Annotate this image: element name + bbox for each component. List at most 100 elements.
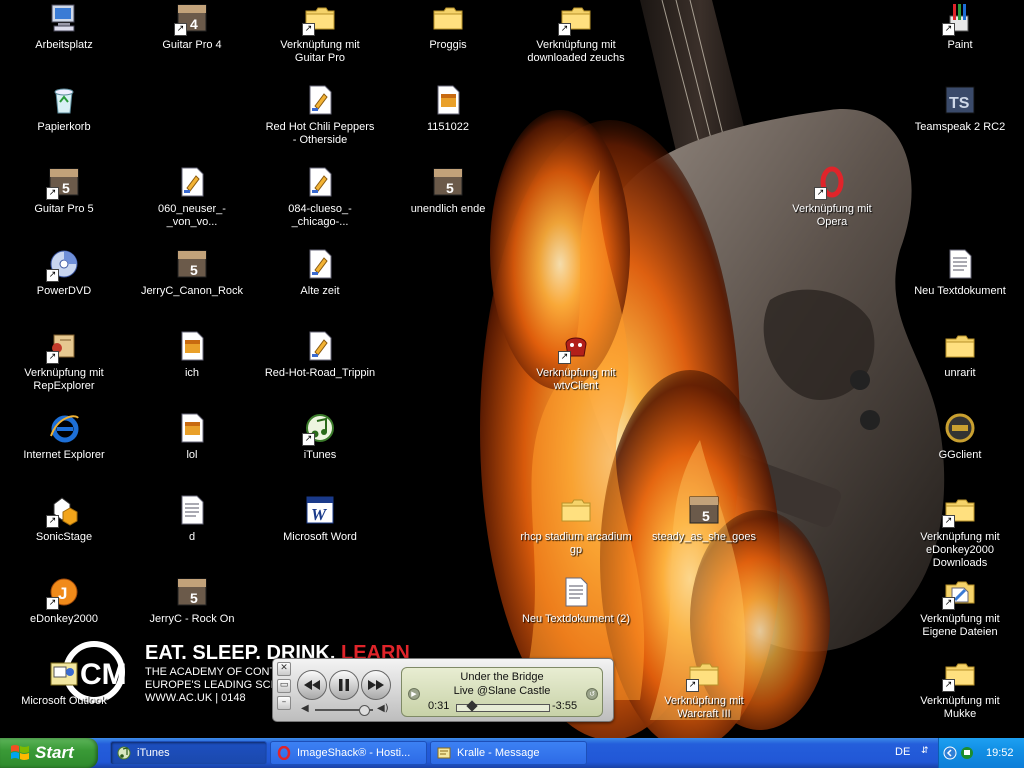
desktop-icon-neutext[interactable]: Neu Textdokument xyxy=(900,248,1020,298)
start-button[interactable]: Start xyxy=(0,738,98,768)
desktop-icon-sonicstage[interactable]: ↗ SonicStage xyxy=(4,494,124,544)
network-icon[interactable] xyxy=(960,746,974,760)
language-indicator[interactable]: DE xyxy=(895,746,910,758)
desktop-icon-paint[interactable]: ↗ Paint xyxy=(900,2,1020,52)
desktop-icon-unendlich[interactable]: 5 unendlich ende xyxy=(388,166,508,216)
desktop-icon-roadtrippin[interactable]: Red-Hot-Road_Trippin xyxy=(260,330,380,380)
desktop-icon-label: Guitar Pro 4 xyxy=(162,39,222,51)
desktop-icon-eigenedateien[interactable]: ↗ Verknüpfung mit Eigene Dateien xyxy=(900,576,1020,639)
desktop-icon-clueso[interactable]: 084-clueso_-_chicago-... xyxy=(260,166,380,229)
txt-icon xyxy=(560,576,592,608)
task-kralle[interactable]: Kralle - Message xyxy=(430,741,587,765)
desktop-icon-canonrock[interactable]: 5 JerryC_Canon_Rock xyxy=(132,248,252,298)
shortcut-arrow-icon: ↗ xyxy=(302,433,315,446)
desktop-icon-label: unrarit xyxy=(944,367,976,379)
desktop-icon-d[interactable]: d xyxy=(132,494,252,544)
outlook-icon xyxy=(48,658,80,690)
volume-slider[interactable]: ◀ ◀) xyxy=(301,703,391,716)
svg-text:5: 5 xyxy=(446,180,454,196)
desktop-icon-guitarpro4[interactable]: 4 ↗ Guitar Pro 4 xyxy=(132,2,252,52)
desktop-icon-vguitarpro[interactable]: ↗ Verknüpfung mit Guitar Pro xyxy=(260,2,380,65)
svg-text:5: 5 xyxy=(190,590,198,606)
desktop-icon-label: steady_as_she_goes xyxy=(652,531,756,543)
folder-icon xyxy=(560,494,592,526)
desktop-icon-rockon[interactable]: 5 JerryC - Rock On xyxy=(132,576,252,626)
desktop-icon-rhcpotherside[interactable]: Red Hot Chili Peppers - Otherside xyxy=(260,84,380,147)
desktop-icon-ie[interactable]: Internet Explorer xyxy=(4,412,124,462)
desktop-icon-label: unendlich ende xyxy=(410,203,486,215)
previous-button[interactable] xyxy=(297,670,327,700)
desktop-icon-neutext2[interactable]: Neu Textdokument (2) xyxy=(516,576,636,626)
desktop-icon-arbeitsplatz[interactable]: Arbeitsplatz xyxy=(4,2,124,52)
fast-forward-icon xyxy=(368,680,384,690)
gp5-icon: 5 xyxy=(176,248,208,280)
task-itunes[interactable]: iTunes xyxy=(110,741,267,765)
shortcut-arrow-icon: ↗ xyxy=(942,515,955,528)
desktop-icon-word[interactable]: W Microsoft Word xyxy=(260,494,380,544)
svg-text:4: 4 xyxy=(190,16,198,32)
desktop-icon-ggclient[interactable]: GGclient xyxy=(900,412,1020,462)
gp5-icon: 5 xyxy=(688,494,720,526)
minimize-button[interactable]: – xyxy=(277,696,291,710)
shortcut-arrow-icon: ↗ xyxy=(46,187,59,200)
desktop-icon-ich[interactable]: ich xyxy=(132,330,252,380)
mydocs-icon: ↗ xyxy=(942,576,976,610)
desktop-icon-label: Red-Hot-Road_Trippin xyxy=(264,367,376,379)
progress-bar[interactable] xyxy=(456,700,550,712)
desktop-icon-altezeit[interactable]: Alte zeit xyxy=(260,248,380,298)
pause-button[interactable] xyxy=(329,670,359,700)
desktop-icon-mukke[interactable]: ↗ Verknüpfung mit Mukke xyxy=(900,658,1020,721)
sonic-icon: ↗ xyxy=(46,494,80,528)
desktop-icon-neuser[interactable]: 060_neuser_-_von_vo... xyxy=(132,166,252,229)
desktop-icon-steady[interactable]: 5 steady_as_she_goes xyxy=(644,494,764,544)
desktop-icon-rhcpstadium[interactable]: rhcp stadium arcadium gp xyxy=(516,494,636,557)
progress-knob[interactable] xyxy=(465,700,478,712)
gp5-icon: 5 xyxy=(176,576,208,608)
desktop-icon-wtv[interactable]: ↗ Verknüpfung mit wtvClient xyxy=(516,330,636,393)
desktop-icon-unrarit[interactable]: unrarit xyxy=(900,330,1020,380)
start-label: Start xyxy=(35,743,74,762)
desktop-icon-label: eDonkey2000 xyxy=(30,613,98,625)
volume-thumb[interactable] xyxy=(359,705,370,716)
tray-expand-icon[interactable] xyxy=(943,746,957,760)
desktop-icon-papierkorb[interactable]: Papierkorb xyxy=(4,84,124,134)
desktop-icon-proggis[interactable]: Proggis xyxy=(388,2,508,52)
shortcut-arrow-icon: ↗ xyxy=(46,515,59,528)
desktop-icon-guitarpro5[interactable]: 5 ↗ Guitar Pro 5 xyxy=(4,166,124,216)
language-switch-icon[interactable]: ⇵ xyxy=(921,746,933,760)
restore-button[interactable]: ▭ xyxy=(277,679,291,693)
desktop-icon-edonkeydl[interactable]: ↗ Verknüpfung mit eDonkey2000 Downloads xyxy=(900,494,1020,570)
wtv-icon: ↗ xyxy=(558,330,592,364)
svg-text:J: J xyxy=(58,584,67,603)
desktop-icon-downloaded[interactable]: ↗ Verknüpfung mit downloaded zeuchs xyxy=(516,2,636,65)
desktop-icon-label: Arbeitsplatz xyxy=(35,39,93,51)
desktop-icon-label: Microsoft Outlook xyxy=(21,695,107,707)
opera-icon: ↗ xyxy=(814,166,848,200)
doc-icon xyxy=(432,84,464,116)
desktop-icon-label: JerryC_Canon_Rock xyxy=(140,285,244,297)
close-button[interactable]: ✕ xyxy=(277,662,291,676)
repeat-icon[interactable]: ↺ xyxy=(586,688,598,700)
desktop-icon-itunes[interactable]: ↗ iTunes xyxy=(260,412,380,462)
desktop-icon-label: Alte zeit xyxy=(300,285,340,297)
shortcut-arrow-icon: ↗ xyxy=(46,597,59,610)
task-imageshack[interactable]: ImageShack® - Hosti... xyxy=(270,741,427,765)
computer-icon xyxy=(48,2,80,34)
desktop-icon-f1151022[interactable]: 1151022 xyxy=(388,84,508,134)
desktop-icon-repexplorer[interactable]: ↗ Verknüpfung mit RepExplorer xyxy=(4,330,124,393)
next-button[interactable] xyxy=(361,670,391,700)
gp5-icon: 5 xyxy=(432,166,464,198)
desktop-icon-warcraft[interactable]: ↗ Verknüpfung mit Warcraft III xyxy=(644,658,764,721)
desktop-icon-edonkey[interactable]: J ↗ eDonkey2000 xyxy=(4,576,124,626)
desktop[interactable]: CM EAT. SLEEP. DRINK. LEARN THE ACADEMY … xyxy=(0,0,1024,738)
itunes-mini-player[interactable]: ✕ ▭ – ◀ ◀) ▶ Under the Bridge Live @Slan… xyxy=(272,658,614,722)
shortcut-arrow-icon: ↗ xyxy=(46,351,59,364)
desktop-icon-opera[interactable]: ↗ Verknüpfung mit Opera xyxy=(772,166,892,229)
desktop-icon-outlook[interactable]: Microsoft Outlook xyxy=(4,658,124,708)
ad-line-3: WWW.AC.UK | 0148 xyxy=(145,692,246,704)
desktop-icon-lol[interactable]: lol xyxy=(132,412,252,462)
desktop-icon-teamspeak[interactable]: TS Teamspeak 2 RC2 xyxy=(900,84,1020,134)
desktop-icon-label: Verknüpfung mit eDonkey2000 Downloads xyxy=(920,531,1000,569)
shortcut-arrow-icon: ↗ xyxy=(942,23,955,36)
desktop-icon-powerdvd[interactable]: ↗ PowerDVD xyxy=(4,248,124,298)
